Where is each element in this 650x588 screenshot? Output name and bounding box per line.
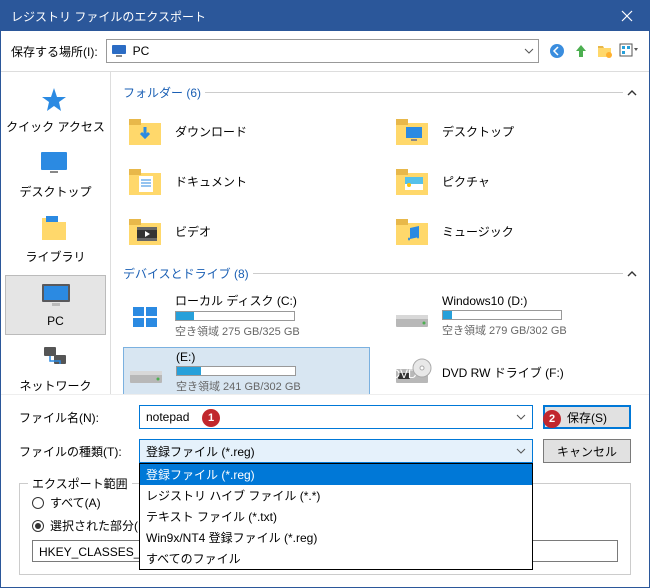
- filetype-option[interactable]: レジストリ ハイブ ファイル (*.*): [140, 485, 532, 506]
- up-icon[interactable]: [571, 41, 591, 61]
- folder-icon: [125, 111, 165, 151]
- filetype-select[interactable]: 登録ファイル (*.reg) 登録ファイル (*.reg)レジストリ ハイブ フ…: [139, 439, 533, 463]
- close-button[interactable]: [604, 1, 649, 31]
- libraries-icon: [40, 216, 72, 244]
- folders-header[interactable]: フォルダー (6): [123, 84, 637, 101]
- sidebar-item-network[interactable]: ネットワーク: [1, 339, 110, 394]
- filename-label: ファイル名(N):: [19, 409, 129, 426]
- collapse-icon[interactable]: [627, 90, 637, 96]
- drive-label: (E:): [176, 350, 367, 364]
- folder-item[interactable]: デスクトップ: [390, 109, 637, 153]
- location-toolbar: 保存する場所(I): PC: [1, 31, 649, 72]
- export-range-legend: エクスポート範囲: [28, 475, 132, 492]
- filename-input[interactable]: notepad 1: [139, 405, 533, 429]
- sidebar-item-desktop[interactable]: デスクトップ: [1, 145, 110, 206]
- filetype-label: ファイルの種類(T):: [19, 443, 129, 460]
- titlebar: レジストリ ファイルのエクスポート: [1, 1, 649, 31]
- sidebar-item-pc[interactable]: PC: [5, 275, 106, 335]
- folder-icon: [392, 211, 432, 251]
- radio-icon: [32, 497, 44, 509]
- view-menu-icon[interactable]: [619, 41, 639, 61]
- radio-icon: [32, 520, 44, 532]
- location-text: PC: [133, 44, 150, 58]
- location-select[interactable]: PC: [106, 39, 539, 63]
- chevron-down-icon: [516, 414, 526, 420]
- drive-item[interactable]: DVD DVD RW ドライブ (F:): [390, 347, 637, 394]
- network-icon: [40, 345, 72, 373]
- drives-header[interactable]: デバイスとドライブ (8): [123, 265, 637, 282]
- chevron-down-icon: [524, 48, 534, 54]
- annotation-badge-2: 2: [543, 410, 561, 428]
- folder-item[interactable]: ドキュメント: [123, 159, 370, 203]
- folder-label: ピクチャ: [442, 173, 490, 190]
- folder-icon: [392, 161, 432, 201]
- drive-icon: [392, 296, 432, 336]
- drive-item[interactable]: ローカル ディスク (C:)空き領域 275 GB/325 GB: [123, 290, 370, 341]
- folder-label: ビデオ: [175, 223, 211, 240]
- folder-item[interactable]: ビデオ: [123, 209, 370, 253]
- back-icon[interactable]: [547, 41, 567, 61]
- folder-label: ダウンロード: [175, 123, 247, 140]
- drive-icon: DVD: [392, 352, 432, 392]
- folder-item[interactable]: ダウンロード: [123, 109, 370, 153]
- drive-item[interactable]: (E:)空き領域 241 GB/302 GB: [123, 347, 370, 394]
- window-title: レジストリ ファイルのエクスポート: [11, 8, 604, 25]
- folder-item[interactable]: ピクチャ: [390, 159, 637, 203]
- folder-icon: [125, 211, 165, 251]
- folder-label: ミュージック: [442, 223, 514, 240]
- folder-label: ドキュメント: [175, 173, 247, 190]
- pc-icon: [111, 43, 127, 59]
- places-sidebar: クイック アクセス デスクトップ ライブラリ PC ネットワーク: [1, 72, 111, 394]
- drive-label: Windows10 (D:): [442, 294, 635, 308]
- file-view: フォルダー (6) ダウンロード デスクトップドキュメント ピクチャビデオ ミュージッ…: [111, 72, 649, 394]
- filetype-option[interactable]: 登録ファイル (*.reg): [140, 464, 532, 485]
- drive-item[interactable]: Windows10 (D:)空き領域 279 GB/302 GB: [390, 290, 637, 341]
- annotation-badge-1: 1: [202, 409, 220, 427]
- save-button[interactable]: 2 保存(S): [543, 405, 631, 429]
- chevron-down-icon: [516, 448, 526, 454]
- save-in-label: 保存する場所(I):: [11, 43, 98, 60]
- folder-icon: [392, 111, 432, 151]
- drive-icon: [125, 296, 165, 336]
- collapse-icon[interactable]: [627, 271, 637, 277]
- sidebar-item-libraries[interactable]: ライブラリ: [1, 210, 110, 271]
- folder-label: デスクトップ: [442, 123, 514, 140]
- filetype-dropdown: 登録ファイル (*.reg)レジストリ ハイブ ファイル (*.*)テキスト フ…: [139, 463, 533, 570]
- drive-label: ローカル ディスク (C:): [175, 292, 368, 309]
- drive-label: DVD RW ドライブ (F:): [442, 364, 635, 381]
- desktop-icon: [40, 151, 72, 179]
- cancel-button[interactable]: キャンセル: [543, 439, 631, 463]
- star-icon: [40, 86, 72, 114]
- filetype-option[interactable]: すべてのファイル: [140, 548, 532, 569]
- folder-item[interactable]: ミュージック: [390, 209, 637, 253]
- new-folder-icon[interactable]: [595, 41, 615, 61]
- pc-icon: [40, 282, 72, 310]
- drive-icon: [126, 352, 166, 392]
- folder-icon: [125, 161, 165, 201]
- filetype-option[interactable]: Win9x/NT4 登録ファイル (*.reg): [140, 527, 532, 548]
- sidebar-item-quick-access[interactable]: クイック アクセス: [1, 80, 110, 141]
- filetype-option[interactable]: テキスト ファイル (*.txt): [140, 506, 532, 527]
